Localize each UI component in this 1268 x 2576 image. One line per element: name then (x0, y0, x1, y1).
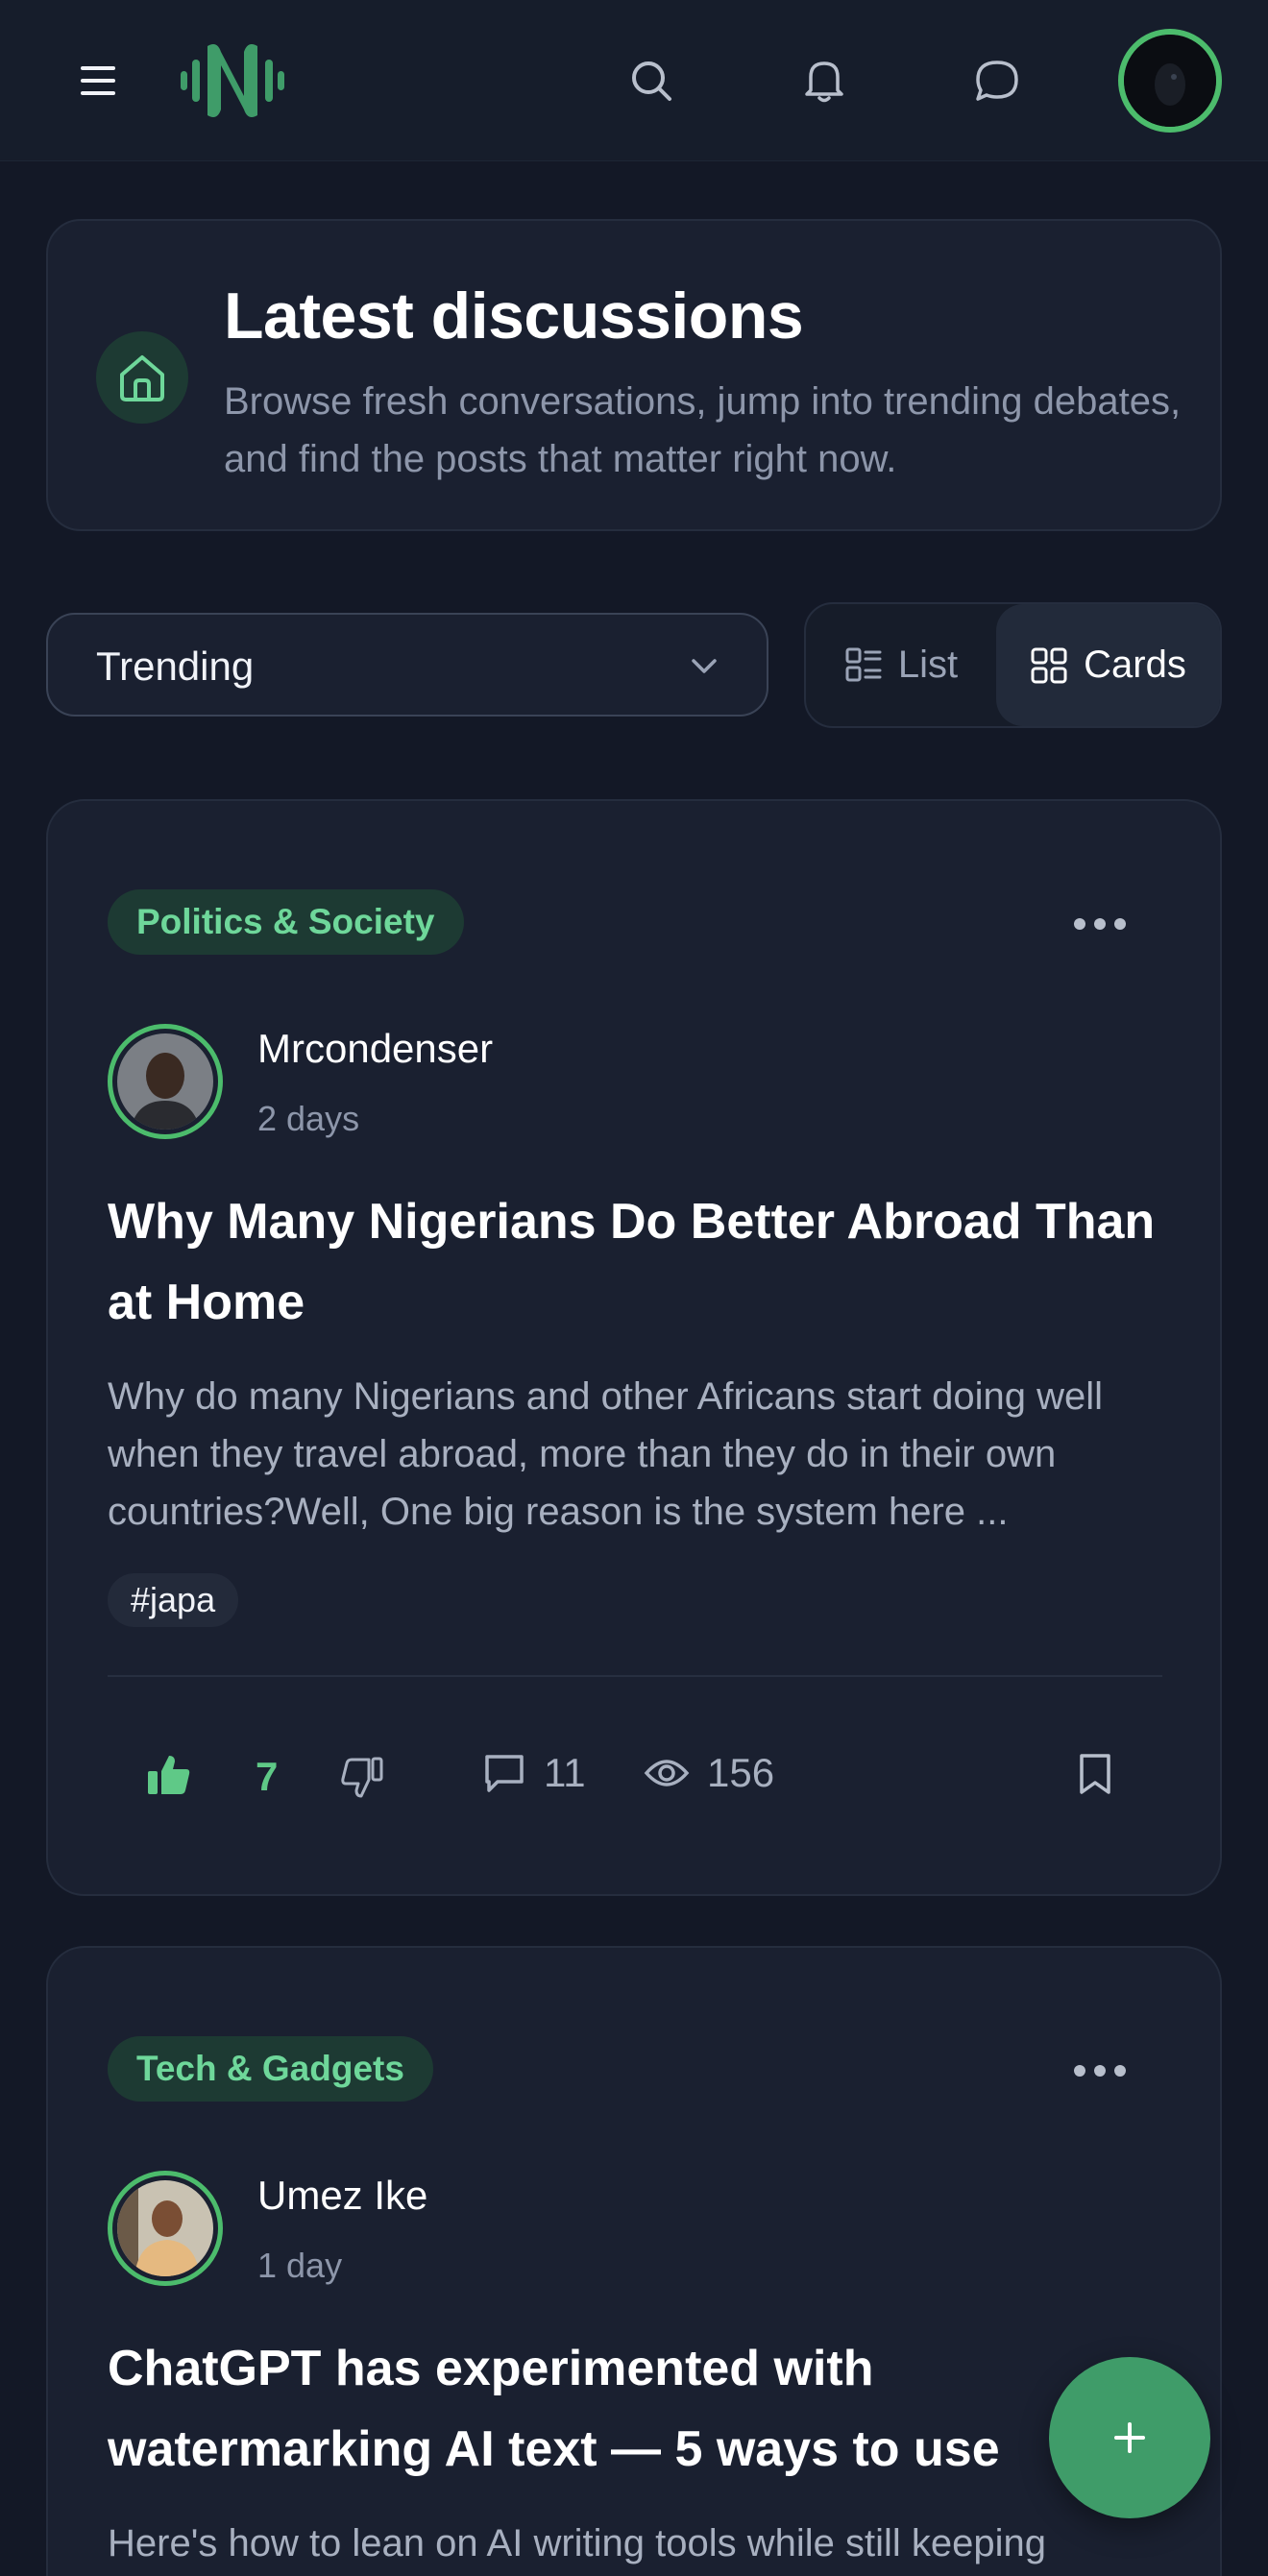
home-icon (120, 355, 164, 401)
page-subtitle: Browse fresh conversations, jump into tr… (224, 380, 1182, 480)
brand-logo[interactable] (181, 36, 284, 125)
author-avatar[interactable] (108, 2171, 223, 2286)
grid-view-icon (1031, 647, 1067, 683)
create-post-button[interactable] (1049, 2357, 1210, 2518)
more-options-button[interactable] (1074, 918, 1126, 930)
comments-stat[interactable]: 11 (482, 1750, 586, 1796)
hamburger-icon (81, 66, 115, 95)
sort-select[interactable]: Trending (46, 613, 768, 717)
dot-icon (1114, 2065, 1126, 2077)
top-navigation-bar (0, 0, 1268, 161)
post-title[interactable]: ChatGPT has experimented with watermarki… (108, 2328, 1174, 2490)
author-name[interactable]: Mrcondenser (257, 1026, 493, 1072)
eye-icon (644, 1760, 690, 1786)
page-title: Latest discussions (224, 279, 804, 352)
category-badge[interactable]: Tech & Gadgets (108, 2036, 433, 2102)
sort-select-value: Trending (96, 644, 255, 689)
list-view-icon (845, 647, 882, 681)
bell-icon (805, 61, 843, 103)
view-cards-label: Cards (1084, 644, 1186, 686)
user-avatar-button[interactable] (1118, 29, 1222, 133)
post-excerpt: Why do many Nigerians and other Africans… (108, 1375, 1104, 1533)
home-icon-badge (96, 331, 188, 424)
post-time: 1 day (257, 2246, 343, 2285)
view-toggle: List Cards (804, 602, 1222, 728)
post-excerpt: Here's how to lean on AI writing tools w… (108, 2522, 1047, 2564)
more-options-button[interactable] (1074, 2065, 1126, 2077)
thumbs-down-icon (341, 1757, 383, 1798)
notifications-button[interactable] (795, 52, 853, 109)
messages-button[interactable] (968, 52, 1026, 109)
author-name[interactable]: Umez Ike (257, 2173, 427, 2219)
search-button[interactable] (622, 52, 680, 109)
logo-icon (181, 44, 284, 117)
dot-icon (1094, 2065, 1106, 2077)
author-avatar[interactable] (108, 1024, 223, 1139)
post-time: 2 days (257, 1099, 360, 1138)
comment-icon (485, 1755, 524, 1792)
bookmark-button[interactable] (1076, 1752, 1114, 1801)
dot-icon (1074, 2065, 1085, 2077)
upvote-button[interactable] (146, 1752, 192, 1803)
view-cards-button[interactable]: Cards (996, 604, 1220, 726)
menu-button[interactable] (69, 50, 127, 111)
bookmark-icon (1080, 1754, 1110, 1794)
dot-icon (1114, 918, 1126, 930)
category-badge[interactable]: Politics & Society (108, 889, 464, 955)
card-divider (108, 1675, 1162, 1677)
search-icon (632, 61, 671, 101)
chevron-down-icon (692, 659, 717, 673)
avatar (117, 1033, 213, 1130)
like-count: 7 (256, 1754, 279, 1799)
downvote-button[interactable] (340, 1756, 384, 1805)
post-card[interactable]: Tech & Gadgets Umez Ike 1 day ChatGPT ha… (46, 1946, 1222, 2576)
dot-icon (1094, 918, 1106, 930)
thumbs-up-icon (148, 1756, 190, 1794)
hashtag-chip[interactable]: #japa (108, 1573, 239, 1627)
vote-group: 7 (110, 1704, 436, 1848)
comment-count: 11 (544, 1750, 586, 1795)
view-count: 156 (707, 1750, 775, 1795)
avatar (117, 2180, 213, 2276)
view-list-button[interactable]: List (806, 604, 996, 726)
page-header-card: Latest discussions Browse fresh conversa… (46, 219, 1222, 531)
chat-bubble-icon (976, 61, 1018, 101)
plus-icon (1114, 2422, 1145, 2453)
post-card[interactable]: Politics & Society Mrcondenser 2 days Wh… (46, 799, 1222, 1896)
view-list-label: List (897, 644, 959, 686)
dot-icon (1074, 918, 1085, 930)
avatar (1124, 35, 1216, 127)
views-stat: 156 (644, 1750, 774, 1796)
post-title[interactable]: Why Many Nigerians Do Better Abroad Than… (108, 1181, 1174, 1343)
